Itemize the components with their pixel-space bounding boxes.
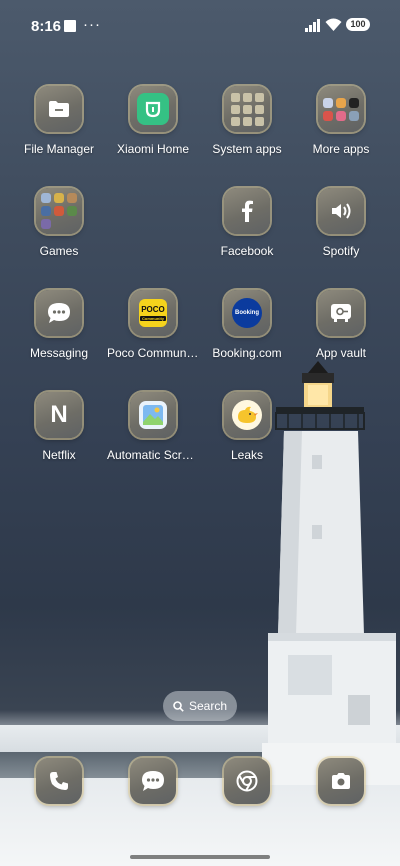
clock: 8:16: [31, 18, 62, 35]
app-leaks[interactable]: Leaks: [201, 392, 293, 462]
bird-icon: [224, 392, 270, 438]
folder-icon: [318, 86, 364, 132]
notification-square-icon: [64, 20, 76, 32]
app-label: Netflix: [42, 448, 76, 462]
app-label: System apps: [212, 142, 282, 156]
app-app-vault[interactable]: App vault: [295, 290, 387, 360]
app-booking[interactable]: Booking Booking.com: [201, 290, 293, 360]
phone-icon: [36, 758, 82, 804]
poco-logo-subtext: Community: [140, 316, 166, 321]
app-messaging[interactable]: Messaging: [13, 290, 105, 360]
app-label: Booking.com: [212, 346, 282, 360]
folder-games[interactable]: Games: [13, 188, 105, 258]
app-label: Leaks: [230, 448, 264, 462]
search-icon: [173, 700, 184, 712]
netflix-logo-text: N: [50, 401, 68, 428]
home-indicator[interactable]: [130, 855, 270, 859]
picture-frame-icon: [130, 392, 176, 438]
app-xiaomi-home[interactable]: Xiaomi Home: [107, 86, 199, 156]
dock-camera[interactable]: [318, 758, 364, 804]
booking-logo-text: Booking: [232, 298, 262, 328]
folder-icon: [36, 188, 82, 234]
search-button[interactable]: Search: [163, 691, 237, 721]
folder-system-apps[interactable]: System apps: [201, 86, 293, 156]
battery-icon: 100: [346, 18, 370, 31]
more-notifications-icon: ···: [83, 16, 101, 33]
app-netflix[interactable]: N Netflix: [13, 392, 105, 462]
booking-icon: Booking: [224, 290, 270, 336]
app-label: Xiaomi Home: [116, 142, 190, 156]
dock-chrome[interactable]: [224, 758, 270, 804]
app-facebook[interactable]: Facebook: [201, 188, 293, 258]
folder-icon: [224, 86, 270, 132]
app-automatic-screenshot[interactable]: Automatic Scre…: [107, 392, 199, 462]
vault-icon: [318, 290, 364, 336]
app-label: Facebook: [220, 244, 274, 258]
app-spotify[interactable]: Spotify: [295, 188, 387, 258]
app-label: Games: [39, 244, 79, 258]
folder-more-apps[interactable]: More apps: [295, 86, 387, 156]
status-bar: 8:16 ··· 100: [0, 0, 400, 54]
app-label: File Manager: [23, 142, 95, 156]
wifi-icon: [325, 18, 342, 31]
app-label: Automatic Scre…: [107, 448, 199, 462]
signal-icon: [305, 19, 320, 32]
app-label: App vault: [315, 346, 367, 360]
facebook-icon: [224, 188, 270, 234]
search-label: Search: [188, 699, 228, 713]
folder-icon: [36, 86, 82, 132]
poco-icon: POCO Community: [130, 290, 176, 336]
app-label: Messaging: [29, 346, 89, 360]
dock-phone[interactable]: [36, 758, 82, 804]
poco-logo-text: POCO: [141, 305, 165, 314]
app-poco-community[interactable]: POCO Community Poco Communi…: [107, 290, 199, 360]
dock-messages[interactable]: [130, 758, 176, 804]
chat-bubble-icon: [36, 290, 82, 336]
app-label: Poco Communi…: [107, 346, 199, 360]
messages-icon: [130, 758, 176, 804]
chrome-icon: [224, 758, 270, 804]
app-file-manager[interactable]: File Manager: [13, 86, 105, 156]
app-label: More apps: [312, 142, 370, 156]
netflix-icon: N: [36, 392, 82, 438]
speaker-icon: [318, 188, 364, 234]
mi-home-icon: [130, 86, 176, 132]
camera-icon: [318, 758, 364, 804]
app-label: Spotify: [322, 244, 360, 258]
